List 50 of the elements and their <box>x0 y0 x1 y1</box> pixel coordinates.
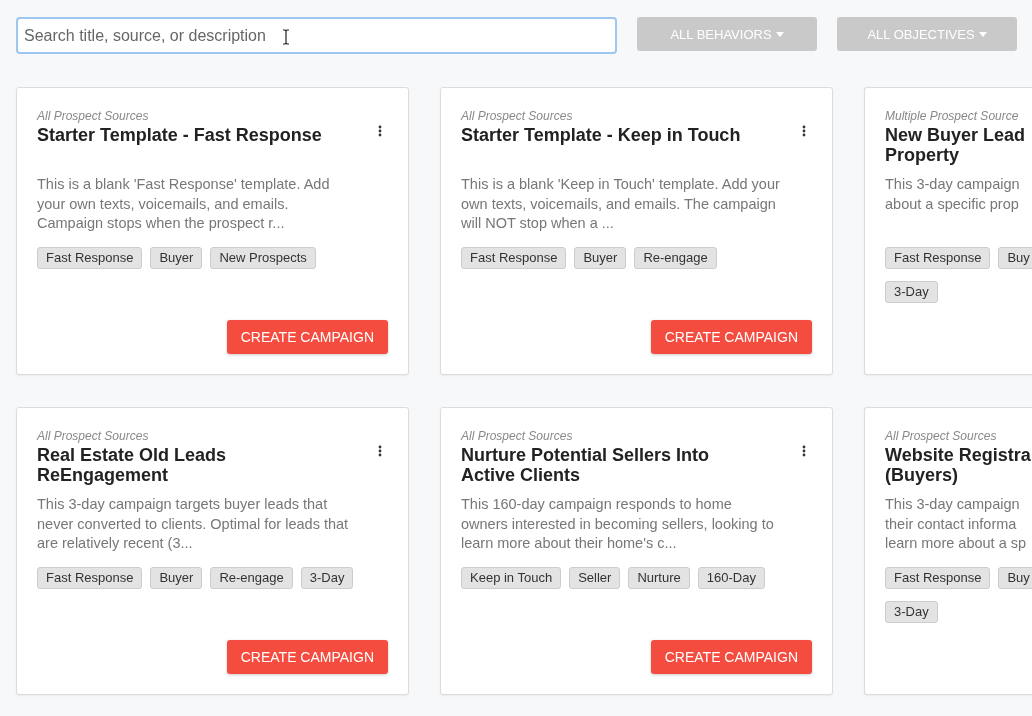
card-title: Nurture Potential Sellers Into Active Clients <box>461 445 710 485</box>
card-description: This 3-day campaign their contact informa learn more about a sp <box>885 495 1028 553</box>
tag: Fast Response <box>885 247 991 269</box>
card-description: This is a blank 'Fast Response' template. Add your own texts, voicemails, and emails. Campaign stops when the prospect r... <box>37 175 331 233</box>
card-description: This is a blank 'Keep in Touch' template. Add your own texts, voicemails, and emails. The campaign will NOT stop when a ... <box>461 175 781 233</box>
create-campaign-button[interactable]: CREATE CAMPAIGN <box>650 320 812 354</box>
tag: Seller <box>569 567 621 589</box>
create-campaign-button[interactable]: CREATE CAMPAIGN <box>226 320 388 354</box>
prospect-source: All Prospect Sources <box>461 429 574 443</box>
tag: Fast Response <box>37 247 143 269</box>
tag: Fast Response <box>461 247 567 269</box>
more-options-icon[interactable] <box>378 125 382 137</box>
tag: Nurture <box>628 567 690 589</box>
card-title: Website Registra (Buyers) <box>885 445 1031 485</box>
tag: 160-Day <box>697 567 765 589</box>
prospect-source: All Prospect Sources <box>461 109 574 123</box>
tag: Buy <box>998 567 1032 589</box>
tag: 3-Day <box>885 281 938 303</box>
card-title: Starter Template - Fast Response <box>37 125 322 147</box>
tag: Fast Response <box>885 567 991 589</box>
caret-icon <box>775 31 784 37</box>
create-campaign-button[interactable]: CREATE CAMPAIGN <box>650 640 812 674</box>
tag: 3-Day <box>885 601 938 623</box>
create-campaign-button[interactable]: CREATE CAMPAIGN <box>226 640 388 674</box>
prospect-source: All Prospect Sources <box>885 429 998 443</box>
search-field[interactable]: Search title, source, or description <box>16 17 617 54</box>
card-title: Starter Template - Keep in Touch <box>461 125 741 147</box>
caret-icon <box>978 31 987 37</box>
tag: Re-engage <box>210 567 293 589</box>
tag: Fast Response <box>37 567 143 589</box>
tag: Re-engage <box>634 247 717 269</box>
tag: Buyer <box>574 247 627 269</box>
prospect-source: All Prospect Sources <box>37 429 150 443</box>
tag: Buyer <box>150 247 203 269</box>
text-cursor-icon <box>282 29 290 45</box>
card-description: This 3-day campaign about a specific prop <box>885 175 1021 214</box>
card-title: Real Estate Old Leads ReEngagement <box>37 445 227 485</box>
tag: 3-Day <box>300 567 354 589</box>
prospect-source: All Prospect Sources <box>37 109 150 123</box>
card-title: New Buyer Lead Property <box>885 125 1026 165</box>
card-description: This 160-day campaign responds to home owners interested in becoming sellers, looking to learn more about their home's c... <box>461 495 775 553</box>
tag: Keep in Touch <box>461 567 562 589</box>
prospect-source: Multiple Prospect Source <box>885 109 1020 123</box>
more-options-icon[interactable] <box>802 445 806 457</box>
tag: Buy <box>998 247 1032 269</box>
more-options-icon[interactable] <box>378 445 382 457</box>
more-options-icon[interactable] <box>802 125 806 137</box>
tag: Buyer <box>150 567 203 589</box>
tag: New Prospects <box>210 247 316 269</box>
card-description: This 3-day campaign targets buyer leads that never converted to clients. Optimal for leads that are relatively recent (3... <box>37 495 350 553</box>
